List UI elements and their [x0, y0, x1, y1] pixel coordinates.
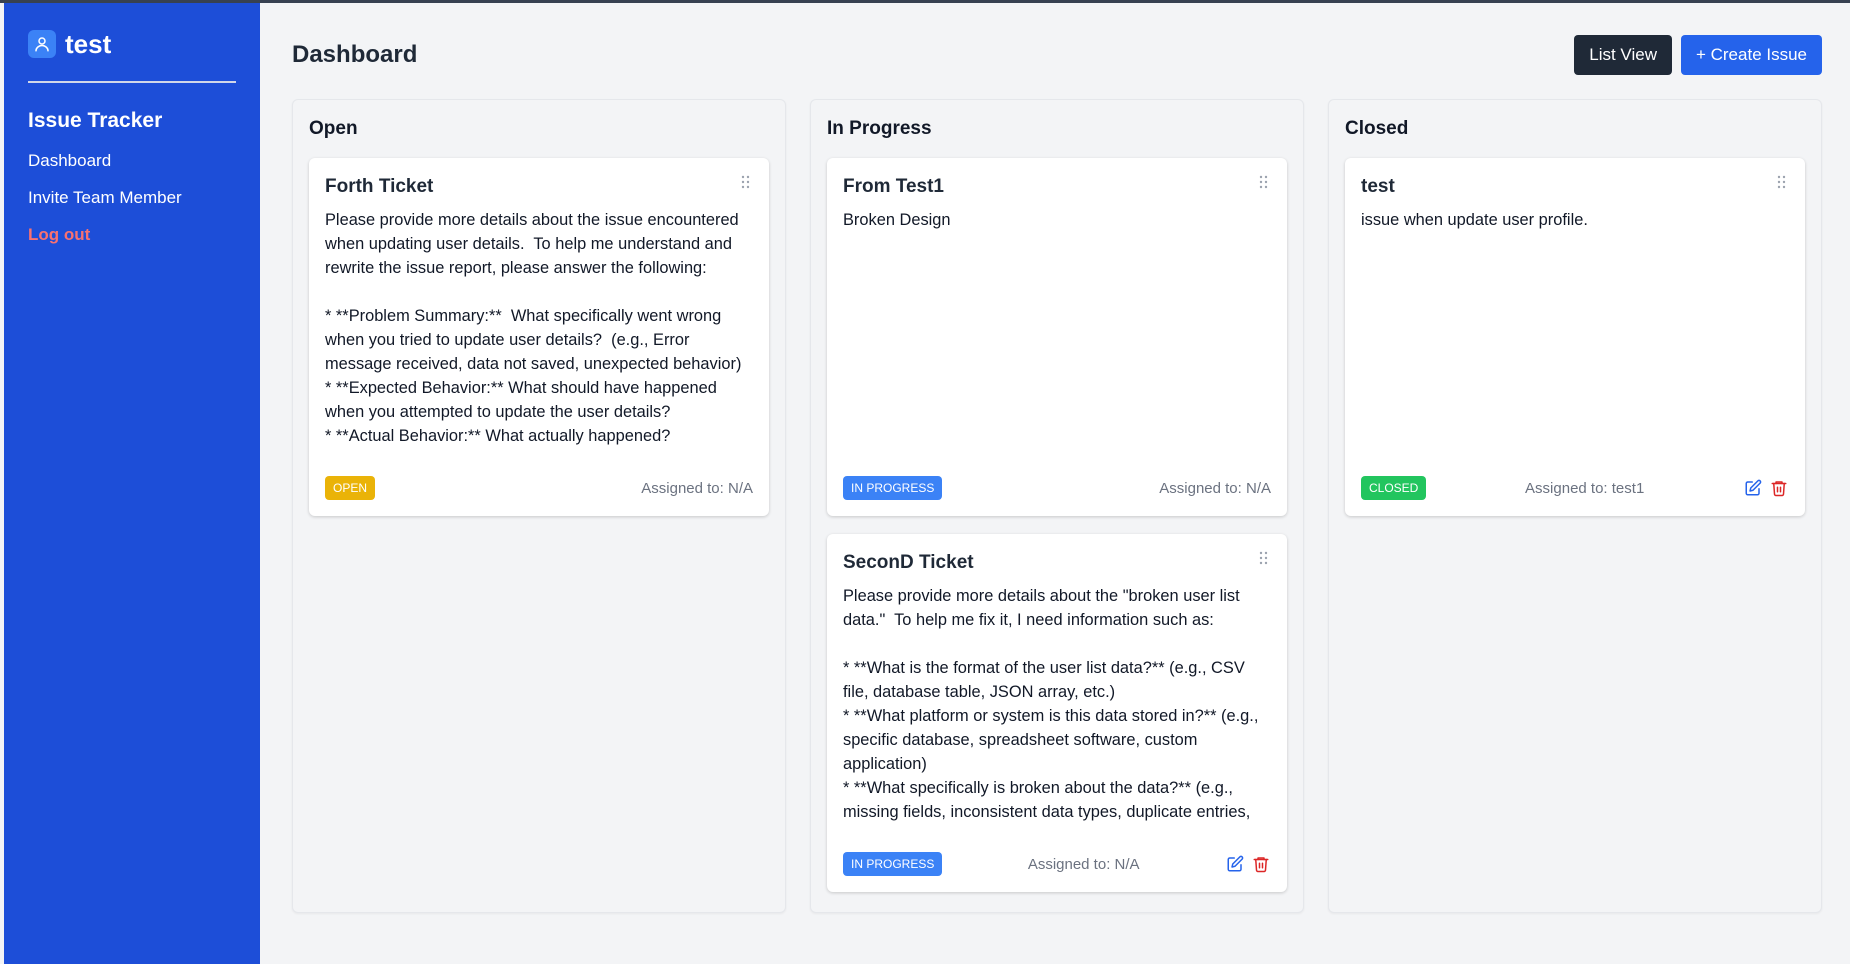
sidebar-nav: Dashboard Invite Team Member Log out [28, 151, 236, 245]
sidebar-item-invite-team-member[interactable]: Invite Team Member [28, 188, 236, 208]
assignee-label: Assigned to: N/A [1159, 479, 1271, 497]
window-top-border [0, 0, 1850, 3]
column-closed: Closed test issue when update user profi… [1328, 99, 1822, 913]
issue-card[interactable]: From Test1 Broken Design IN PROGRESS Ass… [827, 158, 1287, 516]
kanban-board: Open Forth Ticket Please provide more de… [292, 99, 1822, 913]
edit-icon[interactable] [1743, 478, 1763, 498]
brand: test [28, 29, 236, 59]
create-issue-button[interactable]: + Create Issue [1680, 35, 1822, 75]
status-badge: CLOSED [1361, 476, 1427, 500]
assignee-label: Assigned to: test1 [1525, 479, 1645, 497]
column-title: In Progress [827, 118, 932, 139]
issue-title: From Test1 [843, 176, 945, 197]
status-badge: IN PROGRESS [843, 476, 943, 500]
issue-description: Please provide more details about the is… [325, 211, 742, 445]
column-open: Open Forth Ticket Please provide more de… [292, 99, 786, 913]
issue-description: issue when update user profile. [1361, 211, 1588, 229]
sidebar-item-dashboard[interactable]: Dashboard [28, 151, 236, 171]
issue-title: Forth Ticket [325, 176, 434, 197]
issue-footer: IN PROGRESS Assigned to: N/A [843, 852, 1271, 876]
issue-description: Please provide more details about the "b… [843, 587, 1259, 821]
issue-title: test [1361, 176, 1395, 197]
edit-icon[interactable] [1225, 854, 1245, 874]
issue-description: Broken Design [843, 211, 951, 229]
issue-card[interactable]: test issue when update user profile. CLO… [1345, 158, 1805, 516]
issue-card[interactable]: SeconD Ticket Please provide more detail… [827, 534, 1287, 892]
delete-icon[interactable] [1251, 854, 1271, 874]
header-actions: List View + Create Issue [1574, 35, 1822, 75]
assignee-label: Assigned to: N/A [641, 479, 753, 497]
brand-name: test [65, 28, 112, 59]
page-title: Dashboard [292, 41, 418, 68]
drag-handle-icon[interactable] [1259, 175, 1269, 189]
app-title: Issue Tracker [28, 109, 163, 132]
status-badge: IN PROGRESS [843, 852, 943, 876]
column-in-progress: In Progress From Test1 Broken Design IN … [810, 99, 1304, 913]
user-icon [28, 30, 56, 58]
assignee-label: Assigned to: N/A [1027, 855, 1140, 873]
drag-handle-icon[interactable] [1777, 175, 1787, 189]
issue-footer: CLOSED Assigned to: test1 [1361, 476, 1789, 500]
sidebar: test Issue Tracker Dashboard Invite Team… [4, 3, 260, 964]
column-title: Closed [1345, 118, 1409, 139]
sidebar-item-logout[interactable]: Log out [28, 225, 236, 245]
issue-footer: IN PROGRESS Assigned to: N/A [843, 476, 1271, 500]
column-title: Open [309, 118, 358, 139]
issue-card[interactable]: Forth Ticket Please provide more details… [309, 158, 769, 516]
issue-title: SeconD Ticket [843, 552, 974, 573]
list-view-button[interactable]: List View [1574, 35, 1672, 75]
issue-footer: OPEN Assigned to: N/A [325, 476, 753, 500]
sidebar-divider [28, 81, 236, 83]
status-badge: OPEN [325, 476, 376, 500]
drag-handle-icon[interactable] [1259, 551, 1269, 565]
drag-handle-icon[interactable] [741, 175, 751, 189]
delete-icon[interactable] [1769, 478, 1789, 498]
